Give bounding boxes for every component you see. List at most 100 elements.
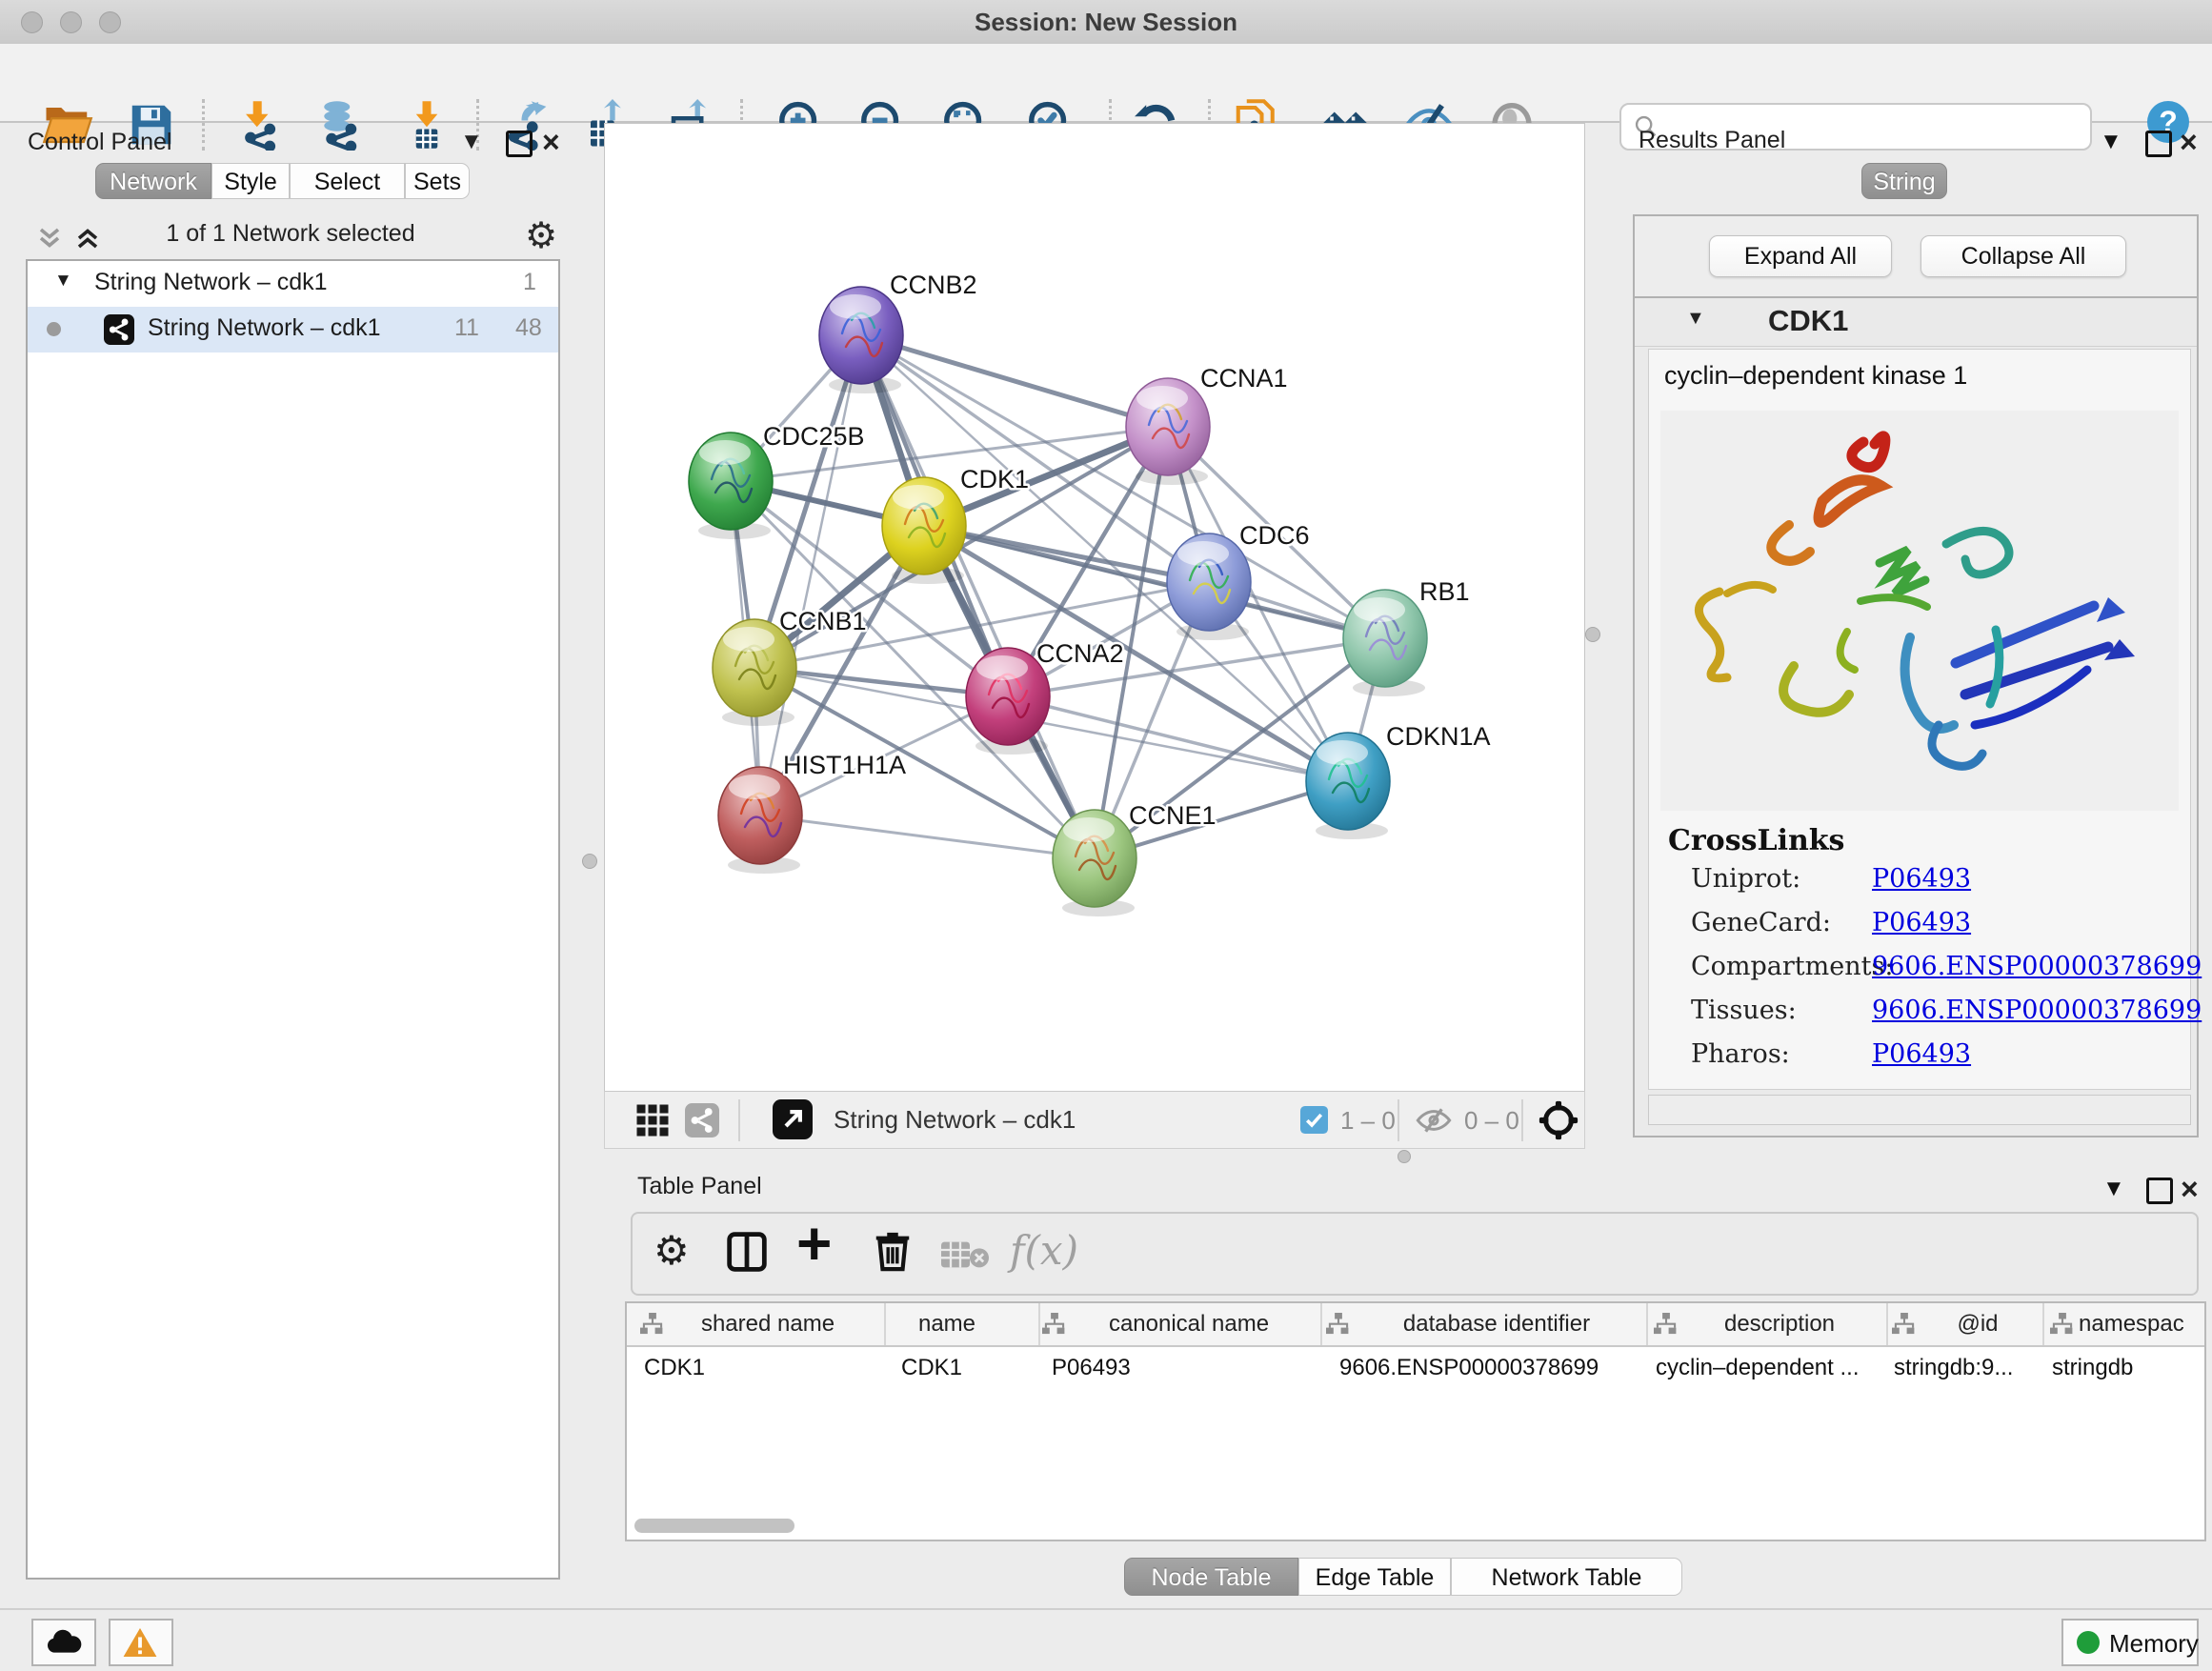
table-row[interactable]: CDK1 CDK1 P06493 9606.ENSP00000378699 cy… (627, 1347, 2204, 1389)
network-collection-row[interactable]: ▼ String Network – cdk1 1 (28, 267, 558, 305)
gene-section: ▼ CDK1 cyclin–dependent kinase 1 (1633, 296, 2199, 1137)
column-separator[interactable] (1038, 1303, 1040, 1345)
tab-style[interactable]: Style (211, 163, 290, 199)
network-type-icon (104, 314, 134, 345)
tab-network-table[interactable]: Network Table (1451, 1558, 1682, 1596)
cell-namespace[interactable]: stringdb (2052, 1355, 2195, 1381)
cell-canonical-name[interactable]: P06493 (1052, 1355, 1299, 1381)
cell-at-id[interactable]: stringdb:9... (1894, 1355, 2037, 1381)
gene-section-header[interactable]: ▼ CDK1 (1635, 298, 2197, 347)
column-header[interactable]: shared name (673, 1311, 863, 1338)
column-hierarchy-icon (1654, 1313, 1679, 1338)
collapse-all-networks-icon[interactable] (73, 224, 102, 252)
collapse-panel-icon[interactable]: ▼ (2102, 1178, 2125, 1200)
cell-database-identifier[interactable]: 9606.ENSP00000378699 (1339, 1355, 1635, 1381)
crosslink-pharos-link[interactable]: P06493 (1872, 1039, 1971, 1069)
tab-select[interactable]: Select (290, 163, 405, 199)
fit-selected-crosshair-icon[interactable] (1537, 1098, 1580, 1142)
cloud-status-button[interactable] (31, 1619, 96, 1666)
column-separator[interactable] (1646, 1303, 1648, 1345)
status-bar: Memory (0, 1608, 2212, 1671)
network-graph[interactable]: CCNB2CCNA1CDC25BCDK1CDC6RB1CCNB1CCNA2CDK… (605, 124, 1584, 1092)
collapse-panel-icon[interactable]: ▼ (460, 131, 483, 153)
expand-all-networks-icon[interactable] (35, 224, 64, 252)
horizontal-scrollbar-thumb[interactable] (634, 1519, 794, 1533)
crosslink-uniprot-link[interactable]: P06493 (1872, 864, 1971, 894)
delete-column-trash-icon[interactable] (871, 1229, 915, 1273)
column-separator[interactable] (2042, 1303, 2044, 1345)
float-panel-icon[interactable] (2145, 131, 2172, 157)
memory-button[interactable]: Memory (2061, 1619, 2199, 1666)
section-expander-icon[interactable]: ▼ (1686, 308, 1705, 330)
cell-description[interactable]: cyclin–dependent ... (1656, 1355, 1875, 1381)
tab-string[interactable]: String (1861, 163, 1947, 199)
birds-eye-view-icon[interactable] (635, 1103, 670, 1137)
cell-name[interactable]: CDK1 (901, 1355, 1025, 1381)
network-row-selected[interactable]: String Network – cdk1 11 48 (28, 307, 558, 352)
column-hierarchy-icon (1326, 1313, 1351, 1338)
hidden-counts: 0 – 0 (1464, 1106, 1519, 1136)
column-header[interactable]: canonical name (1075, 1311, 1303, 1338)
tab-edge-table[interactable]: Edge Table (1298, 1558, 1451, 1596)
network-selection-status: 1 of 1 Network selected (129, 220, 452, 248)
column-separator[interactable] (884, 1303, 886, 1345)
cell-shared-name[interactable]: CDK1 (644, 1355, 873, 1381)
column-header[interactable]: database identifier (1358, 1311, 1635, 1338)
column-header[interactable]: name (871, 1311, 1023, 1338)
collapse-panel-icon[interactable]: ▼ (2100, 131, 2122, 153)
tab-node-table[interactable]: Node Table (1124, 1558, 1298, 1596)
crosslink-compartments-link[interactable]: 9606.ENSP00000378699 (1872, 952, 2202, 981)
crosslink-label: Tissues: (1691, 996, 1797, 1025)
column-hierarchy-icon (2050, 1313, 2075, 1338)
network-overview-icon[interactable] (685, 1103, 719, 1137)
tab-sets[interactable]: Sets (405, 163, 470, 199)
column-header[interactable]: namespac (2079, 1311, 2202, 1338)
tab-network[interactable]: Network (95, 163, 211, 199)
close-panel-icon[interactable]: × (2180, 125, 2198, 160)
float-panel-icon[interactable] (2146, 1178, 2173, 1204)
network-node-cdc25b[interactable] (689, 433, 773, 539)
window-title: Session: New Session (0, 8, 2212, 37)
network-canvas[interactable]: CCNB2CCNA1CDC25BCDK1CDC6RB1CCNB1CCNA2CDK… (604, 123, 1585, 1093)
selected-nodes-checkbox-icon[interactable] (1300, 1106, 1328, 1134)
column-header[interactable]: description (1684, 1311, 1875, 1338)
delete-table-icon (941, 1238, 989, 1271)
column-separator[interactable] (1886, 1303, 1888, 1345)
footer-divider (1398, 1099, 1399, 1141)
right-splitter-handle[interactable] (1585, 627, 1600, 642)
expand-all-button[interactable]: Expand All (1709, 235, 1892, 277)
node-label-ccnb2: CCNB2 (890, 271, 977, 299)
left-splitter-handle[interactable] (582, 854, 597, 869)
node-table: shared name name canonical name database… (625, 1301, 2206, 1541)
show-columns-icon[interactable] (726, 1231, 768, 1273)
function-builder-icon: f(x) (1010, 1227, 1078, 1274)
network-node-count: 11 (454, 314, 479, 342)
results-panel: Results Panel ▼ × String Expand All Coll… (1625, 123, 2206, 1152)
network-node-hist1h1a[interactable] (718, 767, 802, 874)
close-panel-icon[interactable]: × (542, 125, 560, 160)
add-column-icon[interactable]: + (796, 1208, 832, 1278)
crosslink-label: Uniprot: (1691, 864, 1800, 894)
results-scroll-strip[interactable] (1648, 1095, 2191, 1125)
crosslink-tissues-link[interactable]: 9606.ENSP00000378699 (1872, 996, 2202, 1025)
tree-expander-icon[interactable]: ▼ (54, 271, 72, 292)
column-separator[interactable] (1320, 1303, 1322, 1345)
float-panel-icon[interactable] (506, 131, 533, 157)
column-header[interactable]: @id (1920, 1311, 2035, 1338)
results-panel-title: Results Panel (1639, 127, 1785, 154)
network-node-ccna1[interactable] (1126, 378, 1210, 485)
network-options-gear-icon[interactable]: ⚙ (525, 214, 557, 256)
crosslink-genecard-link[interactable]: P06493 (1872, 908, 1971, 937)
warnings-button[interactable] (109, 1619, 173, 1666)
close-panel-icon[interactable]: × (2181, 1172, 2199, 1207)
current-network-title: String Network – cdk1 (834, 1105, 1076, 1135)
table-options-gear-icon[interactable]: ⚙ (654, 1227, 690, 1274)
network-node-ccne1[interactable] (1053, 810, 1136, 916)
gene-name: CDK1 (1768, 304, 1848, 338)
network-node-ccnb2[interactable] (819, 287, 903, 393)
collapse-all-button[interactable]: Collapse All (1920, 235, 2126, 277)
node-label-ccna2: CCNA2 (1036, 639, 1124, 668)
network-node-cdkn1a[interactable] (1306, 733, 1390, 839)
network-node-rb1[interactable] (1343, 590, 1427, 696)
open-in-new-window-icon[interactable] (773, 1099, 813, 1139)
